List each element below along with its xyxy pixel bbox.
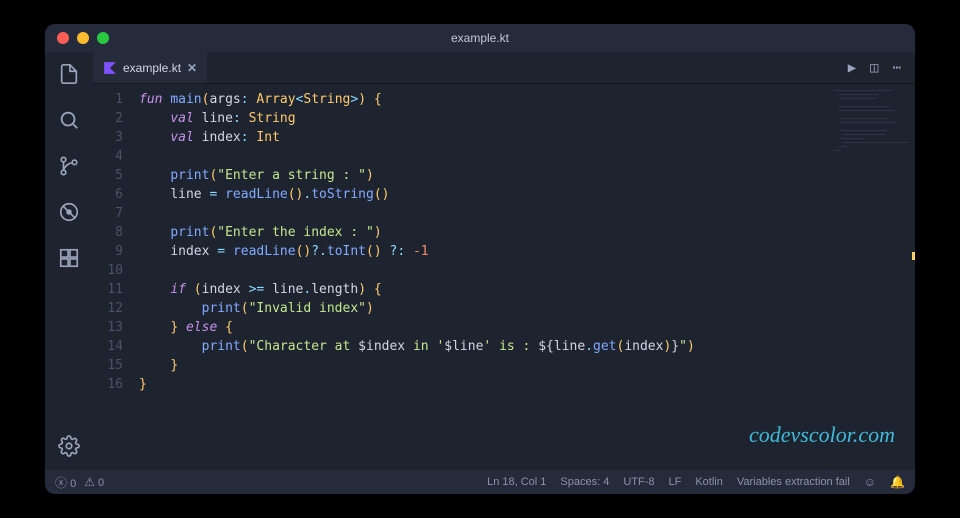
traffic-lights [57,32,109,44]
line-number-gutter: 12345678910111213141516 [93,84,133,470]
feedback-smiley-icon[interactable]: ☺ [864,475,876,489]
editor-actions: ▶ ◫ ⋯ [848,52,915,83]
code-content[interactable]: fun main(args: Array<String>) { val line… [133,84,915,470]
editor-area[interactable]: 12345678910111213141516 fun main(args: A… [93,84,915,470]
activity-bar [45,52,93,470]
watermark-text: codevscolor.com [749,425,895,444]
editor-window: example.kt [45,24,915,494]
tab-example-kt[interactable]: example.kt ✕ [93,52,207,83]
status-extra[interactable]: Variables extraction fail [737,476,850,488]
source-control-icon[interactable] [57,154,81,178]
status-indentation[interactable]: Spaces: 4 [560,476,609,488]
kotlin-file-icon [103,61,117,75]
debug-icon[interactable] [57,200,81,224]
status-eol[interactable]: LF [669,476,682,488]
run-icon[interactable]: ▶ [848,60,856,76]
status-encoding[interactable]: UTF-8 [623,476,654,488]
warning-icon: ⚠ [84,475,95,489]
overview-ruler-marker [912,252,915,260]
minimap[interactable] [829,88,909,168]
notifications-bell-icon[interactable]: 🔔 [890,475,905,489]
split-editor-icon[interactable]: ◫ [870,60,878,76]
tab-label: example.kt [123,61,181,75]
titlebar: example.kt [45,24,915,52]
window-title: example.kt [45,31,915,45]
status-cursor-position[interactable]: Ln 18, Col 1 [487,476,546,488]
more-actions-icon[interactable]: ⋯ [893,60,901,76]
close-tab-icon[interactable]: ✕ [187,61,197,75]
error-icon: ⓧ [55,476,67,490]
search-icon[interactable] [57,108,81,132]
extensions-icon[interactable] [57,246,81,270]
maximize-window-button[interactable] [97,32,109,44]
status-language[interactable]: Kotlin [695,476,723,488]
tab-bar: example.kt ✕ ▶ ◫ ⋯ [93,52,915,84]
settings-gear-icon[interactable] [57,434,81,458]
status-warnings[interactable]: ⚠ 0 [84,475,104,489]
minimize-window-button[interactable] [77,32,89,44]
status-bar: ⓧ 0 ⚠ 0 Ln 18, Col 1 Spaces: 4 UTF-8 LF … [45,470,915,494]
explorer-icon[interactable] [57,62,81,86]
close-window-button[interactable] [57,32,69,44]
status-errors[interactable]: ⓧ 0 [55,474,76,491]
